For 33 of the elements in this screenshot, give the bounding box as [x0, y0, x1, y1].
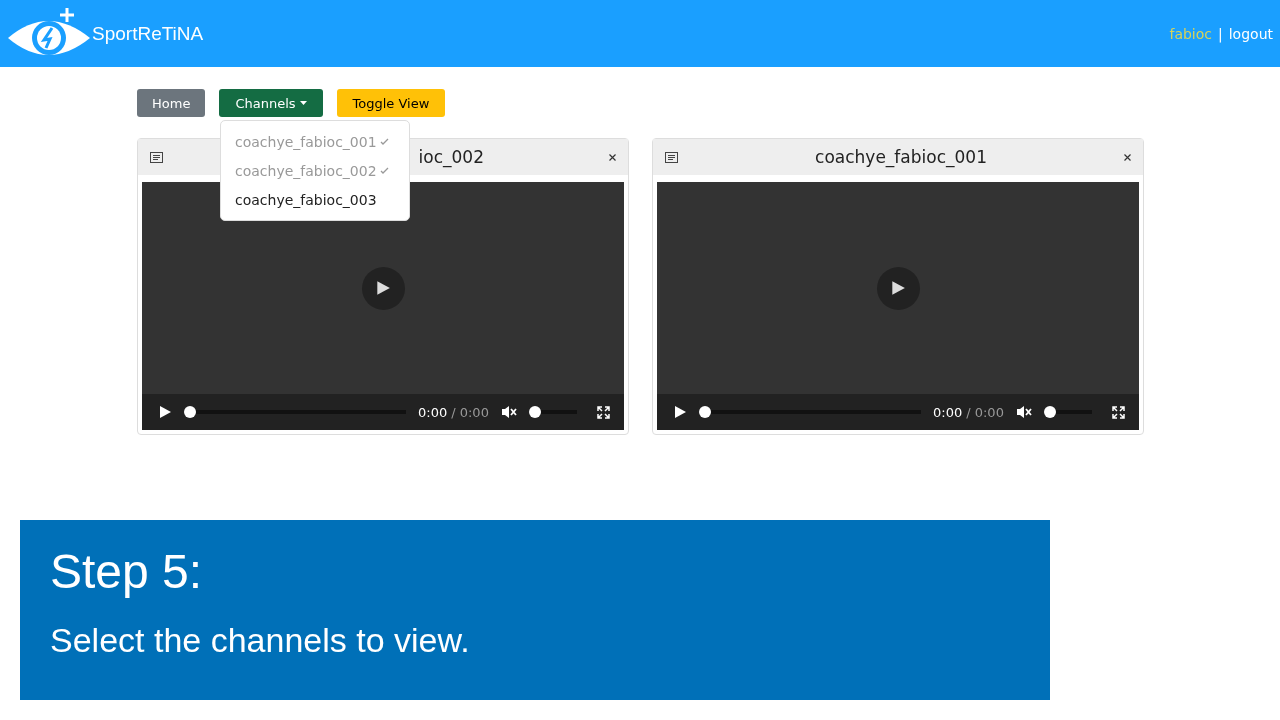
menu-item[interactable]: coachye_fabioc_002 — [221, 156, 409, 185]
username: fabioc — [1169, 25, 1212, 42]
check-icon — [379, 167, 389, 174]
notes-icon[interactable] — [150, 151, 163, 163]
duration: / 0:00 — [966, 404, 1004, 420]
separator: | — [1218, 25, 1223, 42]
play-icon[interactable] — [158, 405, 172, 419]
home-button[interactable]: Home — [137, 89, 206, 117]
notes-icon[interactable] — [665, 151, 678, 163]
toggle-view-button[interactable]: Toggle View — [336, 89, 446, 117]
channels-dropdown[interactable]: Channels — [219, 89, 323, 117]
duration: / 0:00 — [451, 404, 489, 420]
check-icon — [379, 138, 389, 145]
close-icon[interactable] — [1124, 153, 1131, 161]
channel-title: coachye_fabioc_001 — [814, 147, 988, 167]
logout-link[interactable]: logout — [1228, 25, 1273, 42]
play-icon[interactable] — [890, 280, 906, 296]
channel-title: ioc_002 — [417, 147, 485, 167]
play-icon[interactable] — [673, 405, 687, 419]
fullscreen-icon[interactable] — [597, 405, 610, 419]
logo-text: SportReTiNA — [92, 22, 204, 45]
muted-speaker-icon[interactable] — [500, 405, 517, 419]
menu-item[interactable]: coachye_fabioc_001 — [221, 127, 409, 156]
step-heading: Step 5: — [50, 544, 204, 599]
play-icon[interactable] — [375, 280, 391, 296]
muted-speaker-icon[interactable] — [1015, 405, 1032, 419]
close-icon[interactable] — [609, 153, 616, 161]
fullscreen-icon[interactable] — [1112, 405, 1125, 419]
caret-icon — [299, 101, 307, 105]
current-time: 0:00 — [418, 404, 448, 420]
current-time: 0:00 — [933, 404, 963, 420]
menu-item[interactable]: coachye_fabioc_003 — [221, 185, 409, 214]
step-text: Select the channels to view. — [50, 621, 471, 660]
